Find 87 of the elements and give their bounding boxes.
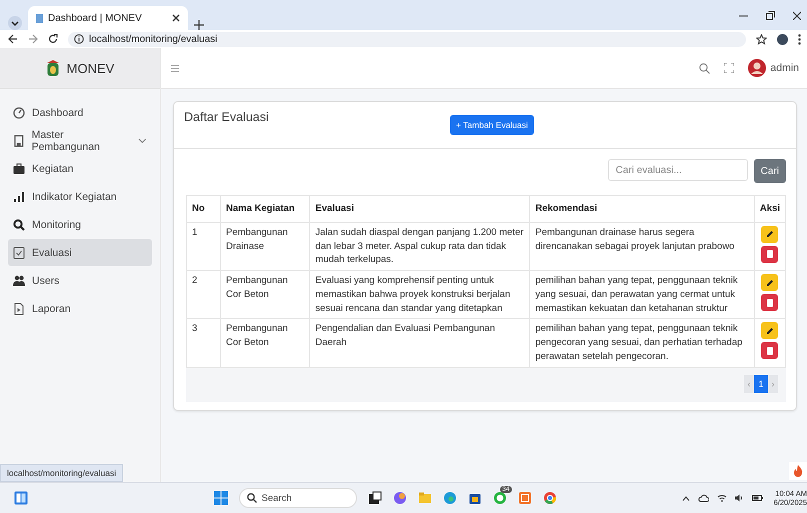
menu-item-icon <box>13 302 25 314</box>
table-cell: Pembangunan drainase harus segera direncanakan sebagai proyek lanjutan prabowo <box>530 222 754 271</box>
search-icon[interactable] <box>699 62 710 74</box>
chat-icon[interactable] <box>492 491 506 505</box>
star-icon[interactable] <box>756 34 767 44</box>
reload-icon[interactable] <box>48 34 58 44</box>
browser-tab[interactable]: Dashboard | MONEV <box>28 6 188 30</box>
delete-button[interactable] <box>761 342 778 360</box>
close-icon[interactable] <box>172 14 180 22</box>
address-bar[interactable]: localhost/monitoring/evaluasi <box>68 32 746 46</box>
start-icon[interactable] <box>214 491 228 505</box>
column-header: Rekomendasi <box>530 196 754 222</box>
edit-button[interactable] <box>761 322 778 340</box>
widgets-icon[interactable] <box>14 491 28 505</box>
tab-list-icon[interactable] <box>8 16 22 30</box>
fullscreen-icon[interactable] <box>724 63 734 73</box>
profile-icon[interactable] <box>777 34 788 44</box>
page-button[interactable]: 1 <box>754 374 768 393</box>
cloud-icon[interactable] <box>698 494 709 502</box>
battery-icon[interactable] <box>752 495 763 501</box>
edit-button[interactable] <box>761 226 778 243</box>
sidebar-item[interactable]: Kegiatan <box>8 155 152 182</box>
speaker-icon[interactable] <box>735 494 744 502</box>
edit-icon <box>766 278 774 287</box>
add-button[interactable]: + Tambah Evaluasi <box>450 115 534 135</box>
copilot-icon[interactable] <box>392 491 406 505</box>
table-cell: pemilihan bahan yang tepat, penggunaan teknik pengecoran yang sesuai, dan perhatian terhadap perawatan setelah pengecoran. <box>530 318 754 368</box>
brand-name: MONEV <box>66 60 114 76</box>
card-title: Daftar Evaluasi <box>184 110 270 124</box>
menu-item-icon <box>13 134 25 146</box>
delete-button[interactable] <box>761 294 778 312</box>
table-cell: Pembangunan Cor Beton <box>220 270 310 319</box>
close-icon[interactable] <box>793 10 801 20</box>
edit-icon <box>766 326 774 335</box>
delete-button[interactable] <box>761 246 778 263</box>
table-cell: 3 <box>186 318 220 368</box>
edit-icon <box>766 230 774 238</box>
chevron-up-icon[interactable] <box>682 496 690 500</box>
table-cell: Jalan sudah diaspal dengan panjang 1.200 meter dan lebar 3 meter. Aspal cukup rata dan tidak mudah terkelupas. <box>310 222 530 271</box>
back-icon[interactable] <box>8 34 18 44</box>
column-header: Evaluasi <box>310 196 530 222</box>
restore-icon[interactable] <box>766 10 775 20</box>
flame-icon[interactable] <box>789 462 807 480</box>
user-name[interactable]: admin <box>770 62 799 74</box>
taskbar-search[interactable]: Search <box>238 488 356 508</box>
sidebar-item[interactable]: Monitoring <box>8 211 152 238</box>
sidebar-item[interactable]: Users <box>8 267 152 294</box>
menu-icon[interactable] <box>798 34 801 44</box>
sidebar-item[interactable]: Indikator Kegiatan <box>8 183 152 210</box>
table-cell: Pembangunan Cor Beton <box>220 318 310 368</box>
table-cell: Pembangunan Drainase <box>220 222 310 271</box>
page-icon <box>36 14 43 22</box>
edit-button[interactable] <box>761 274 778 292</box>
table-cell: 1 <box>186 222 220 271</box>
chrome-icon[interactable] <box>542 491 556 505</box>
browser-icon[interactable] <box>442 491 456 505</box>
table-cell: 2 <box>186 270 220 319</box>
column-header: Aksi <box>754 196 786 222</box>
menu-item-icon <box>13 274 25 286</box>
sidebar-item[interactable]: Master Pembangunan <box>8 127 152 154</box>
menu-item-icon <box>13 246 25 258</box>
table-cell: Pengendalian dan Evaluasi Pembangunan Daerah <box>310 318 530 368</box>
avatar-icon[interactable] <box>748 59 766 77</box>
search-field[interactable]: Cari evaluasi... <box>608 159 748 181</box>
store-icon[interactable] <box>468 491 482 505</box>
menu-item-icon <box>13 162 25 174</box>
sidebar-item[interactable]: Evaluasi <box>8 239 152 266</box>
menu-item-icon <box>13 190 25 202</box>
forward-icon[interactable] <box>28 34 38 44</box>
app-icon[interactable] <box>518 491 532 505</box>
menu-item-icon <box>13 218 25 230</box>
logo-icon <box>46 59 60 77</box>
sidebar-item[interactable]: Dashboard <box>8 99 152 126</box>
search-button[interactable]: Cari <box>754 159 786 183</box>
table-cell: pemilihan bahan yang tepat, penggunaan teknik yang sesuai, dan perawatan yang cermat untuk memastikan kekuatan dan ketahanan struktur <box>530 270 754 319</box>
chevron-icon <box>138 138 147 144</box>
status-url: localhost/monitoring/evaluasi <box>0 464 124 482</box>
wifi-icon[interactable] <box>717 494 727 502</box>
menu-item-icon <box>13 106 25 118</box>
task-view-icon[interactable] <box>368 491 382 505</box>
column-header: No <box>186 196 220 222</box>
column-header: Nama Kegiatan <box>220 196 310 222</box>
sidebar-item[interactable]: Laporan <box>8 295 152 322</box>
table-cell: Evaluasi yang komprehensif penting untuk memastikan bahwa proyek konstruksi berjalan sesuai rencana dan standar yang ditetapkan <box>310 270 530 319</box>
info-icon <box>74 34 84 44</box>
new-tab-icon[interactable] <box>194 20 204 30</box>
search-icon <box>246 493 256 503</box>
